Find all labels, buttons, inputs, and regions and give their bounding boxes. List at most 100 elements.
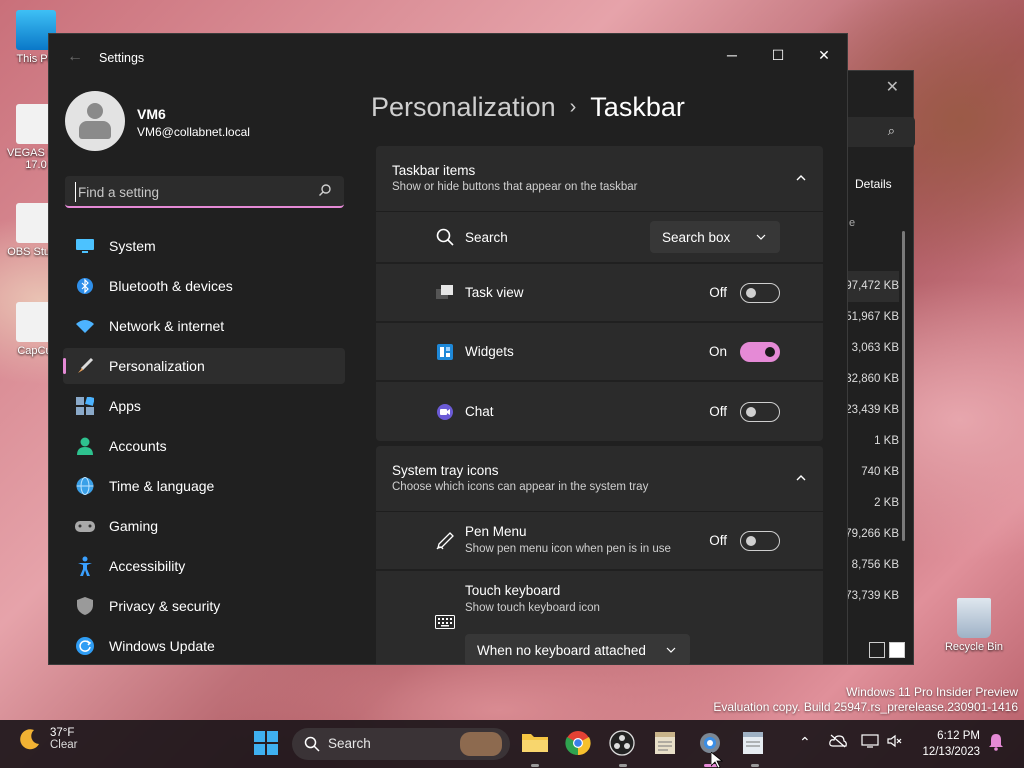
find-setting-box[interactable] bbox=[65, 176, 344, 208]
clock-date: 12/13/2023 bbox=[922, 746, 980, 758]
pen-menu-toggle[interactable] bbox=[740, 530, 780, 551]
sidebar-item-accounts[interactable]: Accounts bbox=[63, 428, 345, 464]
sidebar-item-apps[interactable]: Apps bbox=[63, 388, 345, 424]
notepad-icon bbox=[743, 732, 763, 754]
notepad-icon bbox=[655, 732, 675, 754]
chevron-up-icon[interactable] bbox=[795, 472, 807, 484]
breadcrumb-separator: › bbox=[569, 96, 577, 118]
notification-bell-icon[interactable] bbox=[988, 733, 1004, 754]
touch-keyboard-dropdown[interactable]: When no keyboard attached bbox=[465, 634, 690, 664]
sidebar-item-label: System bbox=[109, 238, 156, 254]
section-title: Taskbar items bbox=[392, 163, 476, 178]
taskbar-notepad[interactable] bbox=[653, 730, 681, 758]
taskbar-search[interactable]: Search bbox=[292, 728, 510, 760]
file-size[interactable]: 97,472 KB bbox=[841, 271, 899, 302]
chevron-up-icon[interactable]: ⌃ bbox=[799, 734, 811, 751]
file-size[interactable]: 2 KB bbox=[841, 488, 899, 519]
tiles-view-icon[interactable] bbox=[889, 642, 905, 658]
chat-row: Chat Off bbox=[376, 382, 823, 441]
network-icon[interactable] bbox=[861, 734, 879, 751]
sidebar-item-windows-update[interactable]: Windows Update bbox=[63, 628, 345, 664]
row-label: Widgets bbox=[465, 344, 514, 359]
weather-widget[interactable]: 37°F Clear bbox=[18, 727, 77, 751]
file-size[interactable]: 23,439 KB bbox=[841, 395, 899, 426]
file-size[interactable]: 3,063 KB bbox=[841, 333, 899, 364]
chevron-up-icon[interactable] bbox=[795, 172, 807, 184]
scrollbar[interactable] bbox=[902, 231, 905, 541]
gamepad-icon bbox=[75, 516, 95, 536]
desktop-icon-recycle-bin[interactable]: Recycle Bin bbox=[942, 598, 1006, 653]
sidebar-item-label: Accessibility bbox=[109, 558, 186, 574]
dropdown-value: When no keyboard attached bbox=[477, 642, 646, 658]
taskbar-obs[interactable] bbox=[609, 730, 637, 767]
recycle-bin-icon bbox=[957, 598, 991, 638]
apps-icon bbox=[75, 396, 95, 416]
avatar[interactable] bbox=[65, 91, 125, 151]
brush-icon bbox=[75, 356, 95, 376]
sidebar-item-privacy[interactable]: Privacy & security bbox=[63, 588, 345, 624]
user-name: VM6 bbox=[137, 106, 166, 122]
search-icon: ⌕ bbox=[887, 123, 895, 138]
minimize-icon[interactable]: ─ bbox=[709, 40, 755, 70]
sidebar-item-personalization[interactable]: Personalization bbox=[63, 348, 345, 384]
maximize-icon[interactable]: ☐ bbox=[755, 40, 801, 70]
sidebar-item-bluetooth[interactable]: Bluetooth & devices bbox=[63, 268, 345, 304]
taskbar-items-header[interactable]: Taskbar items Show or hide buttons that … bbox=[376, 146, 823, 212]
file-size[interactable]: 51,967 KB bbox=[841, 302, 899, 333]
start-button[interactable] bbox=[253, 730, 281, 758]
sidebar-item-system[interactable]: System bbox=[63, 228, 345, 264]
toggle-state: Off bbox=[709, 404, 727, 419]
evaluation-watermark: Windows 11 Pro Insider Preview Evaluatio… bbox=[713, 685, 1018, 715]
watermark-line-1: Windows 11 Pro Insider Preview bbox=[846, 685, 1018, 699]
file-size[interactable]: 8,756 KB bbox=[841, 550, 899, 581]
widgets-toggle[interactable] bbox=[740, 341, 780, 362]
taskbar-notepad-2[interactable] bbox=[741, 730, 769, 767]
cloud-offline-icon[interactable] bbox=[829, 734, 847, 751]
sidebar-item-network[interactable]: Network & internet bbox=[63, 308, 345, 344]
windows-logo-icon bbox=[254, 731, 278, 755]
chat-icon bbox=[434, 401, 456, 423]
sidebar-nav: System Bluetooth & devices Network & int… bbox=[63, 228, 345, 664]
chat-toggle[interactable] bbox=[740, 401, 780, 422]
title-bar[interactable]: ← Settings ─ ☐ ✕ bbox=[49, 34, 847, 82]
file-size[interactable]: 32,860 KB bbox=[841, 364, 899, 395]
task-view-icon bbox=[434, 282, 456, 304]
weather-condition: Clear bbox=[50, 739, 78, 751]
clock[interactable]: 6:12 PM 12/13/2023 bbox=[922, 728, 980, 760]
file-size[interactable]: 740 KB bbox=[841, 457, 899, 488]
back-arrow-icon[interactable]: ← bbox=[67, 48, 83, 66]
sidebar-item-accessibility[interactable]: Accessibility bbox=[63, 548, 345, 584]
close-icon[interactable]: ✕ bbox=[886, 77, 899, 97]
touch-keyboard-row: Touch keyboard Show touch keyboard icon … bbox=[376, 571, 823, 664]
explorer-search-box[interactable]: ⌕ bbox=[841, 117, 915, 147]
sidebar-item-gaming[interactable]: Gaming bbox=[63, 508, 345, 544]
close-icon[interactable]: ✕ bbox=[801, 40, 847, 70]
search-mode-dropdown[interactable]: Search box bbox=[650, 221, 780, 253]
keyboard-icon bbox=[434, 611, 456, 633]
taskbar-items-section: Taskbar items Show or hide buttons that … bbox=[376, 146, 823, 441]
row-label: Search bbox=[465, 229, 508, 245]
chrome-icon bbox=[565, 731, 591, 756]
row-label: Touch keyboard bbox=[465, 583, 561, 598]
pen-menu-row: Pen Menu Show pen menu icon when pen is … bbox=[376, 512, 823, 571]
file-size[interactable]: 73,739 KB bbox=[841, 581, 899, 612]
system-tray-header[interactable]: System tray icons Choose which icons can… bbox=[376, 446, 823, 512]
file-size[interactable]: 79,266 KB bbox=[841, 519, 899, 550]
row-sublabel: Show pen menu icon when pen is in use bbox=[465, 543, 671, 555]
taskbar: 37°F Clear Search ⌃ 6:12 PM 12/13/2023 bbox=[0, 720, 1024, 768]
sidebar-item-time-language[interactable]: Time & language bbox=[63, 468, 345, 504]
details-button[interactable]: Details bbox=[855, 177, 892, 191]
search-icon bbox=[304, 736, 320, 752]
search-row: Search Search box bbox=[376, 212, 823, 264]
bluetooth-icon bbox=[75, 276, 95, 296]
search-input[interactable] bbox=[75, 182, 305, 202]
file-size[interactable]: 1 KB bbox=[841, 426, 899, 457]
taskbar-chrome[interactable] bbox=[565, 730, 593, 758]
section-subtitle: Show or hide buttons that appear on the … bbox=[392, 181, 638, 193]
volume-muted-icon[interactable] bbox=[887, 734, 903, 751]
taskbar-file-explorer[interactable] bbox=[521, 730, 549, 767]
task-view-toggle[interactable] bbox=[740, 282, 780, 303]
breadcrumb-parent[interactable]: Personalization bbox=[371, 92, 556, 123]
sidebar-item-label: Bluetooth & devices bbox=[109, 278, 233, 294]
details-view-icon[interactable] bbox=[869, 642, 885, 658]
